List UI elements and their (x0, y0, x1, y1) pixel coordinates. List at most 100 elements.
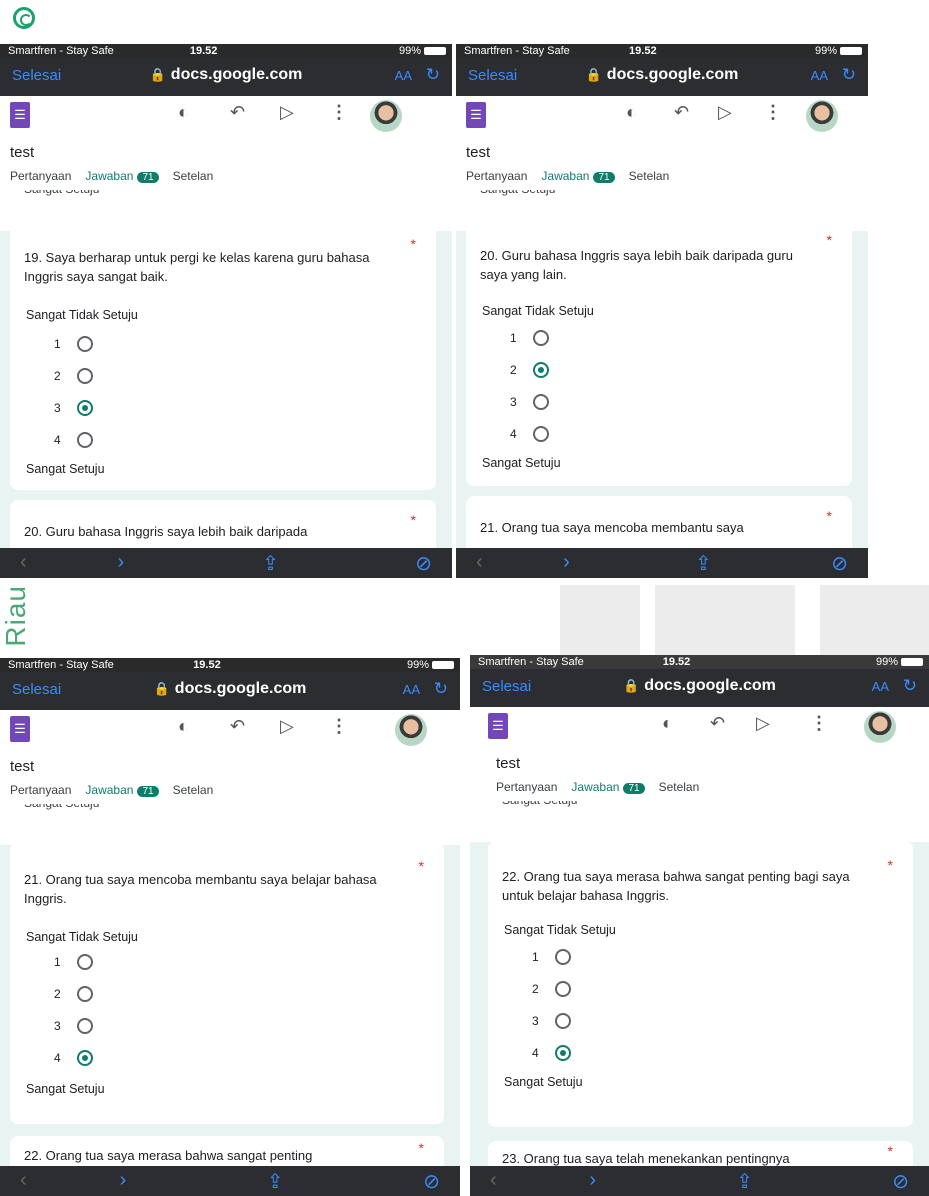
tab-questions[interactable]: Pertanyaan (10, 169, 71, 183)
forms-app-icon[interactable]: ☰ (488, 713, 508, 739)
forms-app-icon[interactable]: ☰ (10, 102, 30, 128)
forms-app-icon[interactable]: ☰ (10, 716, 30, 742)
compass-icon[interactable]: ⊘ (892, 1169, 909, 1194)
palette-icon[interactable]: ◐ (626, 102, 637, 123)
radio-button-selected[interactable] (76, 400, 93, 416)
palette-icon[interactable]: ◐ (178, 102, 189, 123)
compass-icon[interactable]: ⊘ (831, 551, 848, 576)
radio-button[interactable] (554, 949, 571, 965)
back-icon[interactable]: ‹ (476, 551, 483, 574)
reader-aa-button[interactable]: AA (811, 68, 828, 83)
more-options-icon[interactable]: ⋮ (330, 102, 348, 123)
tab-settings[interactable]: Setelan (659, 780, 700, 794)
share-icon[interactable]: ⇪ (267, 1169, 284, 1194)
url-field[interactable]: 🔒 docs.google.com (456, 66, 868, 84)
reload-icon[interactable]: ↻ (842, 65, 856, 85)
option-4[interactable]: 4 (510, 426, 549, 442)
reload-icon[interactable]: ↻ (434, 679, 448, 699)
radio-button-selected[interactable] (532, 362, 549, 378)
option-1[interactable]: 1 (54, 954, 93, 970)
option-3[interactable]: 3 (510, 394, 549, 410)
scale-low-label: Sangat Tidak Setuju (26, 308, 138, 322)
radio-button[interactable] (76, 954, 93, 970)
reader-aa-button[interactable]: AA (395, 68, 412, 83)
reload-icon[interactable]: ↻ (903, 676, 917, 696)
undo-icon[interactable]: ↶ (710, 713, 725, 734)
compass-icon[interactable]: ⊘ (415, 551, 432, 576)
radio-button[interactable] (532, 330, 549, 346)
radio-button[interactable] (76, 336, 93, 352)
avatar[interactable] (395, 714, 427, 746)
radio-button[interactable] (554, 1013, 571, 1029)
reader-aa-button[interactable]: AA (872, 679, 889, 694)
more-options-icon[interactable]: ⋮ (764, 102, 782, 123)
forward-icon[interactable]: › (118, 551, 125, 574)
avatar[interactable] (806, 100, 838, 132)
reload-icon[interactable]: ↻ (426, 65, 440, 85)
forms-header: ☰ ◐ ↶ ▷ ⋮ test Pertanyaan Jawaban 71 Sete… (456, 96, 868, 231)
tab-settings[interactable]: Setelan (173, 783, 214, 797)
radio-button[interactable] (76, 1018, 93, 1034)
forward-icon[interactable]: › (589, 1169, 596, 1192)
option-1[interactable]: 1 (54, 336, 93, 352)
radio-button-selected[interactable] (554, 1045, 571, 1061)
palette-icon[interactable]: ◐ (178, 716, 189, 737)
tab-responses-label: Jawaban (85, 783, 134, 797)
radio-button[interactable] (554, 981, 571, 997)
option-3[interactable]: 3 (54, 400, 93, 416)
more-options-icon[interactable]: ⋮ (330, 716, 348, 737)
radio-button[interactable] (532, 394, 549, 410)
option-1[interactable]: 1 (510, 330, 549, 346)
undo-icon[interactable]: ↶ (230, 716, 245, 737)
url-field[interactable]: 🔒 docs.google.com (470, 677, 929, 695)
forward-icon[interactable]: › (563, 551, 570, 574)
reader-aa-button[interactable]: AA (403, 682, 420, 697)
undo-icon[interactable]: ↶ (674, 102, 689, 123)
radio-button-selected[interactable] (76, 1050, 93, 1066)
tab-responses[interactable]: Jawaban 71 (541, 169, 643, 195)
undo-icon[interactable]: ↶ (230, 102, 245, 123)
radio-button[interactable] (532, 426, 549, 442)
option-2[interactable]: 2 (510, 362, 549, 378)
option-2[interactable]: 2 (54, 368, 93, 384)
tab-questions[interactable]: Pertanyaan (496, 780, 557, 794)
radio-button[interactable] (76, 368, 93, 384)
option-2[interactable]: 2 (54, 986, 93, 1002)
back-icon[interactable]: ‹ (20, 1169, 27, 1192)
share-icon[interactable]: ⇪ (736, 1169, 753, 1194)
send-icon[interactable]: ▷ (756, 713, 770, 734)
avatar[interactable] (864, 711, 896, 743)
option-3[interactable]: 3 (532, 1013, 571, 1029)
share-icon[interactable]: ⇪ (695, 551, 712, 576)
back-icon[interactable]: ‹ (490, 1169, 497, 1192)
radio-button[interactable] (76, 986, 93, 1002)
tab-responses[interactable]: Jawaban 71 (85, 169, 187, 195)
share-icon[interactable]: ⇪ (262, 551, 279, 576)
more-options-icon[interactable]: ⋮ (810, 713, 828, 734)
compass-icon[interactable]: ⊘ (423, 1169, 440, 1194)
option-4[interactable]: 4 (54, 1050, 93, 1066)
url-field[interactable]: 🔒 docs.google.com (0, 66, 452, 84)
tab-settings[interactable]: Setelan (173, 169, 214, 183)
option-2[interactable]: 2 (532, 981, 571, 997)
avatar[interactable] (370, 100, 402, 132)
tab-questions[interactable]: Pertanyaan (466, 169, 527, 183)
forms-app-icon[interactable]: ☰ (466, 102, 486, 128)
option-3[interactable]: 3 (54, 1018, 93, 1034)
tab-responses[interactable]: Jawaban 71 (85, 783, 187, 809)
send-icon[interactable]: ▷ (280, 716, 294, 737)
radio-button[interactable] (76, 432, 93, 448)
option-1[interactable]: 1 (532, 949, 571, 965)
scale-high-label: Sangat Setuju (26, 462, 105, 476)
tab-settings[interactable]: Setelan (629, 169, 670, 183)
tab-questions[interactable]: Pertanyaan (10, 783, 71, 797)
option-4[interactable]: 4 (54, 432, 93, 448)
send-icon[interactable]: ▷ (280, 102, 294, 123)
url-field[interactable]: 🔒 docs.google.com (0, 680, 460, 698)
send-icon[interactable]: ▷ (718, 102, 732, 123)
forward-icon[interactable]: › (120, 1169, 127, 1192)
palette-icon[interactable]: ◐ (662, 713, 673, 734)
back-icon[interactable]: ‹ (20, 551, 27, 574)
tab-responses[interactable]: Jawaban 71 (571, 780, 673, 806)
option-4[interactable]: 4 (532, 1045, 571, 1061)
